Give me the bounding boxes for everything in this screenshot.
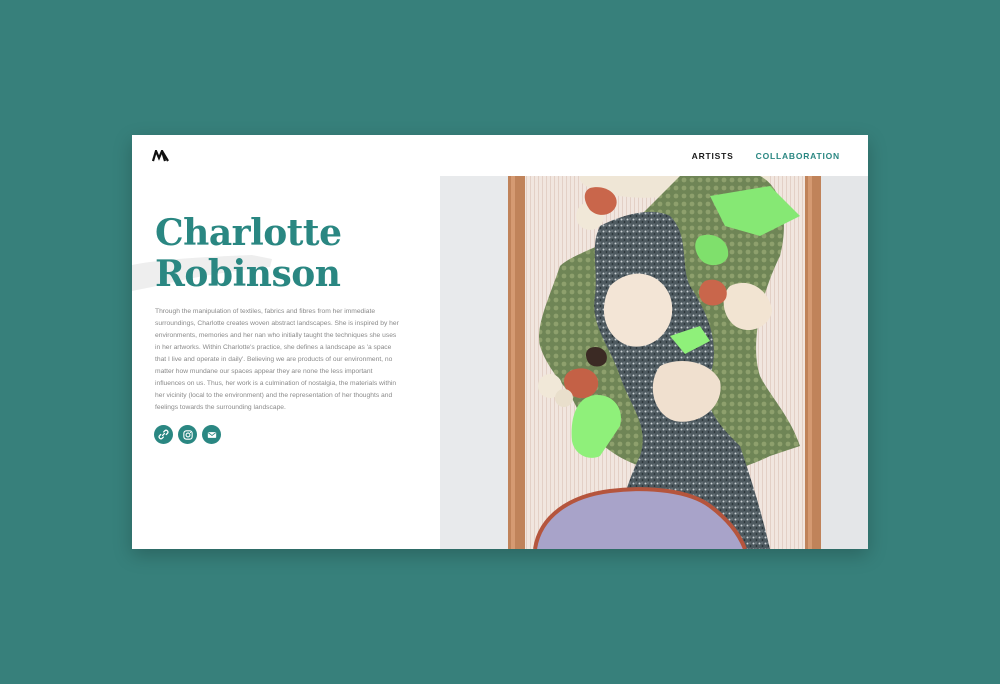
artwork-image: [440, 176, 868, 549]
instagram-icon: [182, 429, 193, 440]
link-icon: [158, 429, 169, 440]
artist-first-name: Charlotte: [155, 212, 342, 254]
nav-collaboration[interactable]: COLLABORATION: [756, 151, 840, 161]
site-logo[interactable]: [152, 150, 170, 162]
artist-bio: Through the manipulation of textiles, fa…: [155, 308, 399, 411]
artist-last-name: Robinson: [155, 253, 341, 295]
instagram-button[interactable]: [178, 425, 197, 444]
nav-artists[interactable]: ARTISTS: [692, 151, 734, 161]
email-button[interactable]: [202, 425, 221, 444]
social-links: [154, 425, 221, 444]
artist-name: Charlotte Robinson: [155, 212, 342, 295]
link-button[interactable]: [154, 425, 173, 444]
email-icon: [207, 431, 216, 438]
main-nav: ARTISTS COLLABORATION: [692, 151, 840, 161]
page-card: ARTISTS COLLABORATION Charlotte Robinson…: [132, 135, 868, 549]
